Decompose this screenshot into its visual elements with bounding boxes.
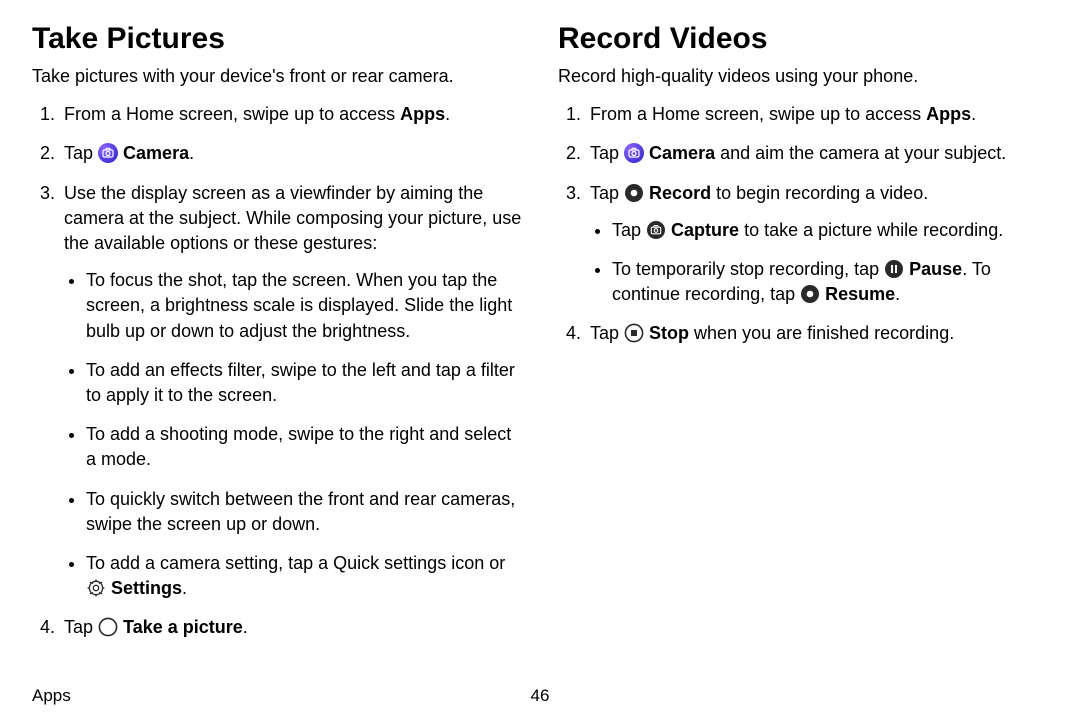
bullet-text: To temporarily stop recording, tap: [612, 259, 884, 279]
section-take-pictures-header: Take Pictures Take pictures with your de…: [32, 22, 522, 88]
bullet-pause-resume: To temporarily stop recording, tap Pause…: [612, 257, 1048, 307]
page-footer: Apps 46: [32, 686, 1048, 706]
bullet-capture-while-recording: Tap Capture to take a picture while reco…: [612, 218, 1048, 243]
heading-take-pictures: Take Pictures: [32, 22, 522, 56]
bullet-text: Tap: [612, 220, 646, 240]
heading-record-videos: Record Videos: [558, 22, 1048, 56]
step-text-tail: when you are finished recording.: [689, 323, 954, 343]
section-record-videos-header: Record Videos Record high-quality videos…: [558, 22, 1048, 88]
step-4-tap-stop: Tap Stop when you are finished recording…: [586, 321, 1048, 346]
camera-label: Camera: [649, 143, 715, 163]
step-2-tap-camera: Tap Camer: [60, 141, 522, 166]
shutter-icon: [98, 617, 118, 637]
camera-icon: [98, 143, 118, 163]
steps-record-videos: From a Home screen, swipe up to access A…: [558, 102, 1048, 346]
step-4-take-picture: Tap Take a picture.: [60, 615, 522, 640]
step-text: Tap: [64, 617, 98, 637]
step-text: Tap: [590, 183, 624, 203]
step-1-access-apps: From a Home screen, swipe up to access A…: [586, 102, 1048, 127]
step-2-tap-camera-aim: Tap Camer: [586, 141, 1048, 166]
intro-take-pictures: Take pictures with your device's front o…: [32, 64, 522, 88]
resume-label: Resume: [825, 284, 895, 304]
stop-label: Stop: [649, 323, 689, 343]
settings-label: Settings: [111, 578, 182, 598]
record-icon: [624, 183, 644, 203]
steps-take-pictures: From a Home screen, swipe up to access A…: [32, 102, 522, 640]
record-label: Record: [649, 183, 711, 203]
manual-page: Take Pictures Take pictures with your de…: [0, 0, 1080, 720]
step-text-tail: .: [189, 143, 194, 163]
settings-icon: [86, 578, 106, 598]
step-text: From a Home screen, swipe up to access: [590, 104, 926, 124]
capture-label: Capture: [671, 220, 739, 240]
step-text: Tap: [590, 323, 624, 343]
step-text-tail: .: [243, 617, 248, 637]
capture-icon: [646, 220, 666, 240]
step-text: Tap: [64, 143, 98, 163]
pause-label: Pause: [909, 259, 962, 279]
step-text: From a Home screen, swipe up to access: [64, 104, 400, 124]
stop-icon: [624, 323, 644, 343]
step-text-tail: .: [445, 104, 450, 124]
apps-label: Apps: [926, 104, 971, 124]
step-text: Use the display screen as a viewfinder b…: [64, 183, 521, 253]
bullet-focus-shot: To focus the shot, tap the screen. When …: [86, 268, 522, 344]
camera-label: Camera: [123, 143, 189, 163]
step-text-tail: .: [971, 104, 976, 124]
bullet-shooting-mode: To add a shooting mode, swipe to the rig…: [86, 422, 522, 472]
bullet-effects-filter: To add an effects filter, swipe to the l…: [86, 358, 522, 408]
content-columns: Take Pictures Take pictures with your de…: [32, 22, 1048, 654]
apps-label: Apps: [400, 104, 445, 124]
take-picture-label: Take a picture: [123, 617, 243, 637]
step-3-viewfinder: Use the display screen as a viewfinder b…: [60, 181, 522, 602]
step-1-access-apps: From a Home screen, swipe up to access A…: [60, 102, 522, 127]
footer-page-number: 46: [531, 686, 550, 706]
bullet-text: To add a camera setting, tap a Quick set…: [86, 553, 505, 573]
bullet-text-tail: .: [895, 284, 900, 304]
step-text-tail: and aim the camera at your subject.: [715, 143, 1006, 163]
intro-record-videos: Record high-quality videos using your ph…: [558, 64, 1048, 88]
footer-section: Apps: [32, 686, 71, 706]
step-text: Tap: [590, 143, 624, 163]
bullet-switch-cameras: To quickly switch between the front and …: [86, 487, 522, 537]
resume-icon: [800, 284, 820, 304]
bullet-camera-setting: To add a camera setting, tap a Quick set…: [86, 551, 522, 601]
pause-icon: [884, 259, 904, 279]
step-3-bullets: To focus the shot, tap the screen. When …: [64, 268, 522, 601]
step-3-bullets: Tap Capture to take a picture while reco…: [590, 218, 1048, 308]
step-3-tap-record: Tap Record to begin recording a video. T…: [586, 181, 1048, 308]
camera-icon: [624, 143, 644, 163]
step-text-tail: to begin recording a video.: [711, 183, 928, 203]
bullet-text-tail: .: [182, 578, 187, 598]
bullet-text-tail: to take a picture while recording.: [739, 220, 1003, 240]
